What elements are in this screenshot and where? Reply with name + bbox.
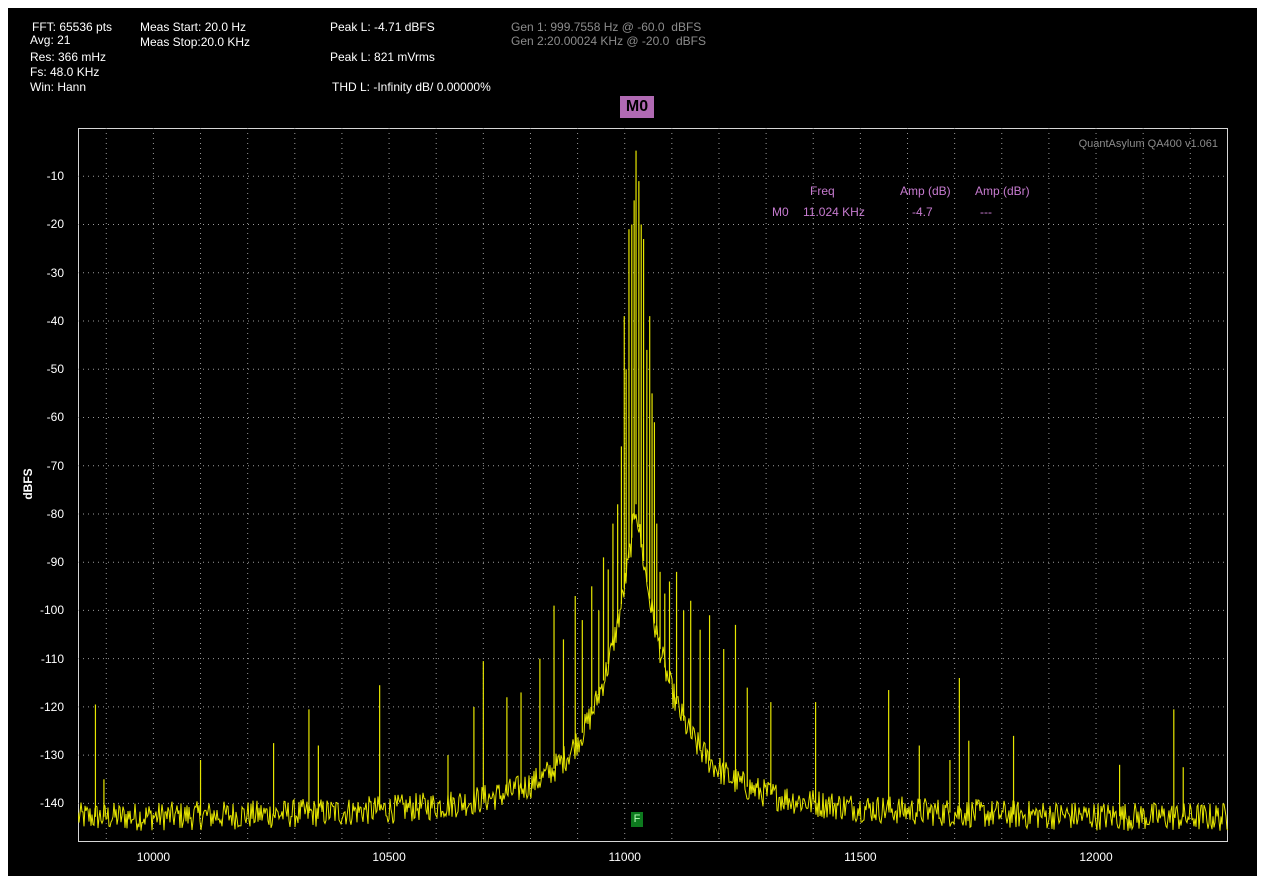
peak-vrms-label: Peak L: 821 mVrms xyxy=(330,50,435,64)
generator-1-label: Gen 1: 999.7558 Hz @ -60.0 dBFS xyxy=(511,20,702,34)
sample-rate-label: Fs: 48.0 KHz xyxy=(30,65,100,79)
fundamental-marker[interactable]: F xyxy=(631,812,643,827)
brand-label: QuantAsylum QA400 v1.061 xyxy=(1078,138,1218,150)
spectrum-plot xyxy=(78,128,1228,842)
y-tick-label: -40 xyxy=(46,313,64,328)
window-label: Win: Hann xyxy=(30,80,87,94)
spectrum-noise-trace xyxy=(78,512,1228,831)
y-tick-label: -20 xyxy=(46,217,64,232)
generator-2-label: Gen 2:20.00024 KHz @ -20.0 dBFS xyxy=(511,34,706,48)
peak-dbfs-label: Peak L: -4.71 dBFS xyxy=(330,20,435,34)
y-tick-label: -130 xyxy=(39,748,64,763)
marker-row-freq: 11.024 KHz xyxy=(803,205,865,219)
x-tick-label: 11500 xyxy=(844,850,877,864)
y-tick-label: -90 xyxy=(46,555,64,570)
marker-col-amp-db: Amp (dB) xyxy=(900,184,951,198)
y-tick-label: -80 xyxy=(46,506,64,521)
meas-start-label: Meas Start: 20.0 Hz xyxy=(140,20,247,34)
averages-label: Avg: 21 xyxy=(30,33,71,47)
vertical-grid-lines xyxy=(105,128,1191,842)
marker-col-amp-dbr: Amp (dBr) xyxy=(975,184,1030,198)
x-tick-label: 10500 xyxy=(372,850,406,864)
marker-row-amp-db: -4.7 xyxy=(912,205,933,219)
marker-m0-flag[interactable]: M0 xyxy=(620,96,654,118)
y-tick-label: -70 xyxy=(46,458,64,473)
thd-label: THD L: -Infinity dB/ 0.00000% xyxy=(332,80,491,94)
spectrum-trace xyxy=(78,150,1228,831)
y-tick-label: -10 xyxy=(46,169,64,184)
y-tick-label: -30 xyxy=(46,265,64,280)
y-tick-label: -50 xyxy=(46,362,64,377)
marker-col-freq: Freq xyxy=(810,184,835,198)
y-tick-label: -60 xyxy=(46,410,64,425)
horizontal-grid-lines xyxy=(78,175,1228,804)
meas-stop-label: Meas Stop:20.0 KHz xyxy=(140,35,251,49)
marker-row-name: M0 xyxy=(772,205,789,219)
x-tick-label: 12000 xyxy=(1079,850,1113,864)
y-tick-label: -110 xyxy=(40,651,64,666)
y-tick-label: -100 xyxy=(39,603,64,618)
x-tick-label: 10000 xyxy=(136,850,171,864)
marker-row-amp-dbr: --- xyxy=(980,205,992,219)
y-tick-label: -120 xyxy=(39,699,64,714)
x-tick-label: 11000 xyxy=(608,850,641,864)
y-tick-label: -140 xyxy=(39,796,64,811)
resolution-label: Res: 366 mHz xyxy=(30,50,107,64)
